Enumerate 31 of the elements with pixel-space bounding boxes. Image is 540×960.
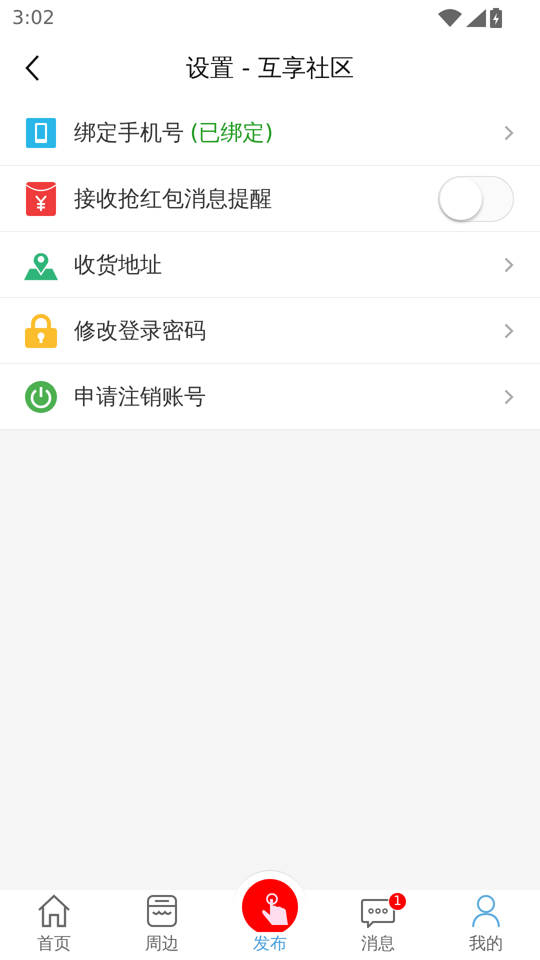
setting-label: 接收抢红包消息提醒 <box>74 186 272 214</box>
tab-item[interactable]: 我的 <box>432 890 540 960</box>
toggle-switch[interactable] <box>438 176 514 222</box>
tab-item[interactable]: 发布 <box>216 867 324 960</box>
tab-item[interactable]: 首页 <box>0 890 108 960</box>
clock-time: 3:02 <box>12 7 55 29</box>
setting-label: 绑定手机号 <box>74 120 184 148</box>
tab-item[interactable]: 消息 1 <box>324 890 432 960</box>
home-icon <box>36 894 72 928</box>
unread-badge: 1 <box>388 892 407 911</box>
padlock-icon <box>25 314 57 348</box>
battery-icon <box>490 8 502 28</box>
chevron-right-icon[interactable] <box>504 322 514 338</box>
bound-status: (已绑定) <box>190 120 274 148</box>
tab-item[interactable]: 周边 <box>108 890 216 960</box>
tap-hand-icon <box>242 879 298 932</box>
chevron-right-icon[interactable] <box>504 388 514 404</box>
wifi-icon <box>438 9 462 27</box>
setting-label: 申请注销账号 <box>74 384 206 412</box>
money-envelope-icon <box>26 182 56 216</box>
phone-icon <box>26 118 56 148</box>
chat-bubble-icon <box>361 898 395 928</box>
chevron-right-icon[interactable] <box>504 124 514 140</box>
user-icon <box>471 894 501 928</box>
page-title: 设置 - 互享社区 <box>186 53 354 84</box>
signal-icon <box>466 9 486 27</box>
setting-label: 修改登录密码 <box>74 318 206 346</box>
chevron-right-icon[interactable] <box>504 256 514 272</box>
shop-icon <box>146 894 178 928</box>
power-icon <box>25 380 57 412</box>
setting-label: 收货地址 <box>74 252 162 280</box>
